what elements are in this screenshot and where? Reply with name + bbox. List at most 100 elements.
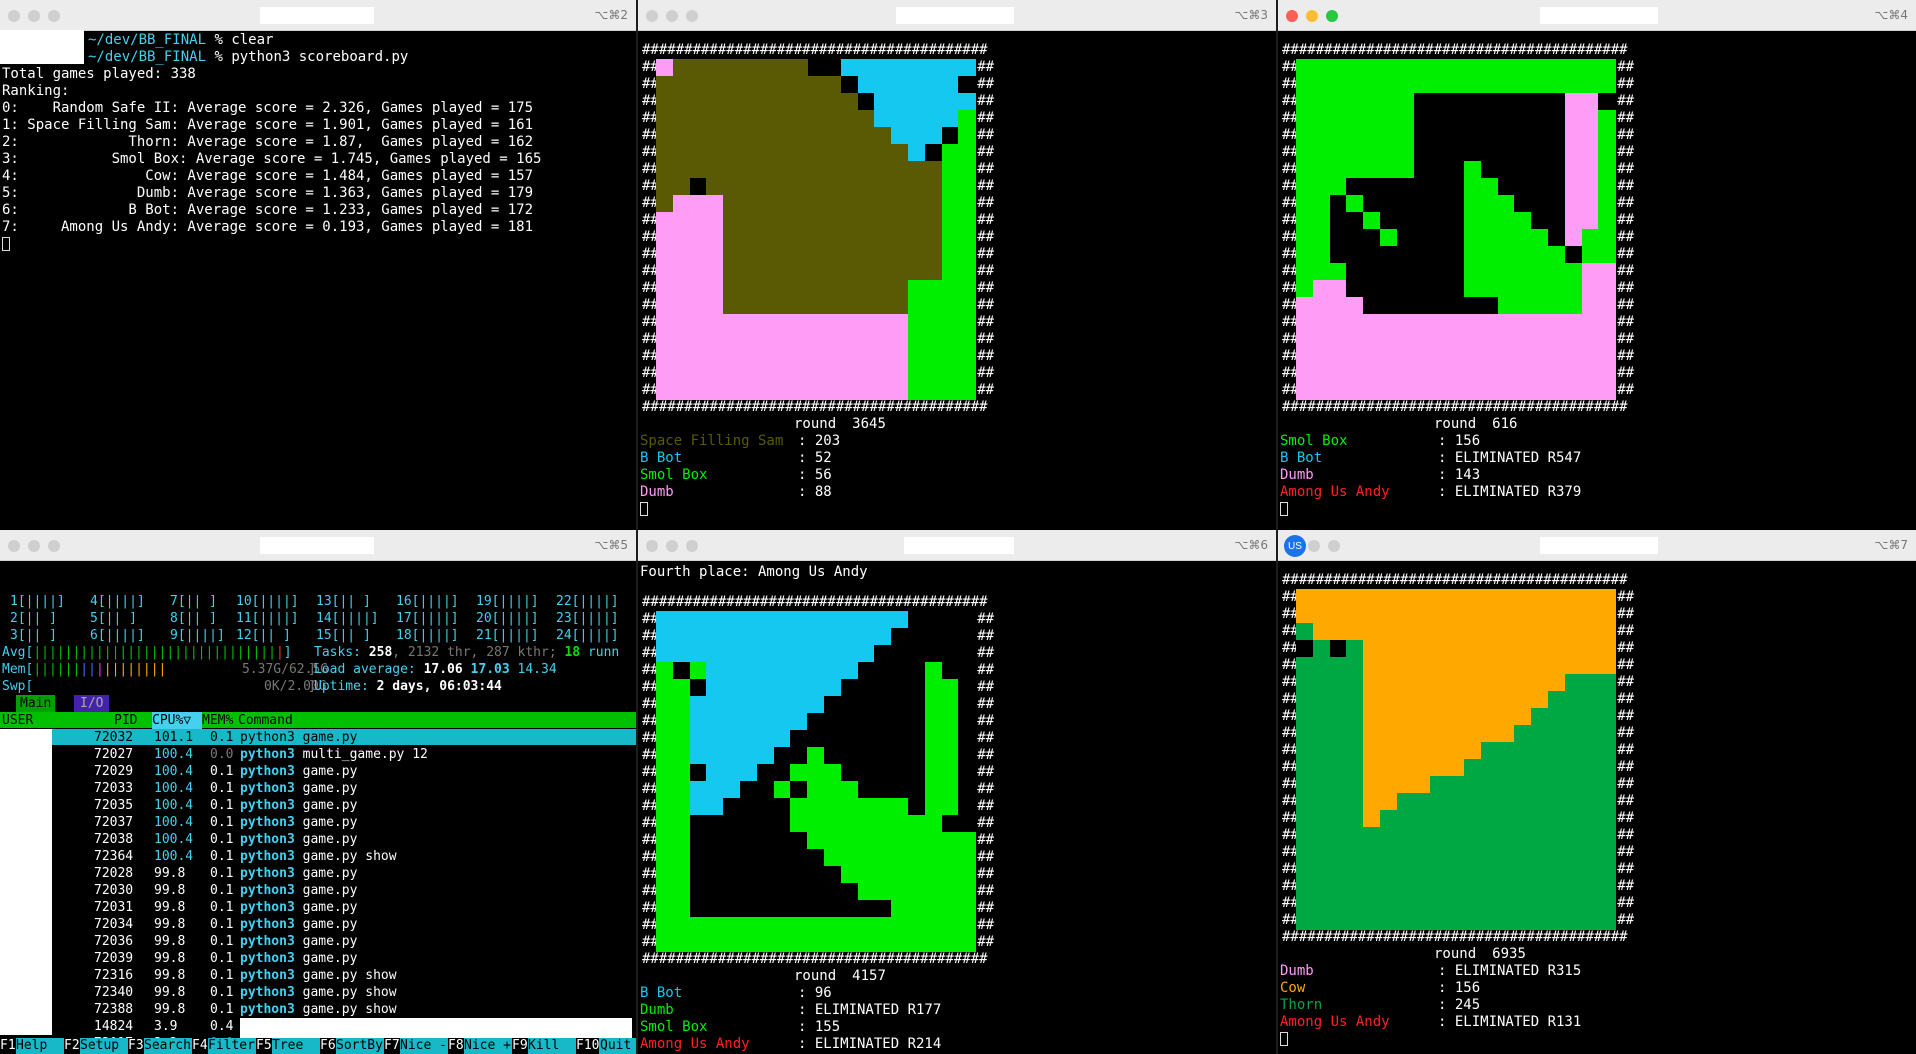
close-icon[interactable] [646, 540, 658, 552]
table-row[interactable]: 72030 99.8 0.1 python3 game.py [0, 882, 636, 898]
game-board-panel[interactable]: ########################################… [1278, 30, 1916, 532]
traffic-lights[interactable] [1308, 540, 1340, 552]
table-row[interactable]: 72039 99.8 0.1 python3 game.py [0, 950, 636, 966]
tab-io[interactable]: I/O [74, 695, 110, 712]
table-row[interactable]: 72029 100.4 0.1 python3 game.py [0, 763, 636, 779]
minimize-icon[interactable] [1328, 540, 1340, 552]
window-titlebar[interactable]: ⌥⌘3 [638, 0, 1276, 31]
terminal-window-game-4[interactable]: US ⌥⌘7 #################################… [1278, 530, 1916, 1054]
table-row[interactable]: 72033 100.4 0.1 python3 game.py [0, 780, 636, 796]
terminal-window-game-1[interactable]: ⌥⌘3 ####################################… [638, 0, 1276, 532]
terminal-window-game-2[interactable]: ⌥⌘4 ####################################… [1278, 0, 1916, 532]
traffic-lights[interactable] [646, 540, 698, 552]
board-cell [924, 815, 943, 833]
fkey-label[interactable]: Nice - [400, 1038, 447, 1054]
table-row[interactable]: 72034 99.8 0.1 python3 game.py [0, 916, 636, 932]
col-command[interactable]: Command [238, 712, 293, 729]
process-exe: python3 [240, 815, 295, 830]
fkey-label[interactable]: Kill [528, 1038, 575, 1054]
terminal-window-htop[interactable]: ⌥⌘5 1[||||] 4[||||] 7[|| ] 10[||||] 13[|| ] 1… [0, 530, 636, 1054]
fkey-key[interactable]: F8 [448, 1038, 464, 1054]
traffic-lights[interactable] [8, 10, 60, 22]
fkey-key[interactable]: F4 [192, 1038, 208, 1054]
table-row[interactable]: 72364 100.4 0.1 python3 game.py show [0, 848, 636, 864]
fkey-key[interactable]: F1 [0, 1038, 16, 1054]
board-cell [1564, 708, 1583, 726]
user-avatar-badge[interactable]: US [1284, 535, 1306, 557]
board-cell [941, 662, 959, 680]
fkey-label[interactable]: Nice + [464, 1038, 511, 1054]
zoom-icon[interactable] [686, 10, 698, 22]
fkey-key[interactable]: F7 [384, 1038, 400, 1054]
table-row[interactable]: 72316 99.8 0.1 python3 game.py show [0, 967, 636, 983]
process-table-header[interactable]: USER PID CPU%▽ MEM% Command [0, 712, 636, 729]
fkey-key[interactable]: F9 [512, 1038, 528, 1054]
htop-content[interactable]: 1[||||] 4[||||] 7[|| ] 10[||||] 13[|| ] 16[||… [0, 560, 636, 1054]
board-cell [1564, 589, 1583, 607]
table-row[interactable]: 72038 100.4 0.1 python3 game.py [0, 831, 636, 847]
window-titlebar[interactable]: ⌥⌘2 [0, 0, 636, 31]
fkey-label[interactable]: Search [144, 1038, 191, 1054]
fkey-key[interactable]: F2 [64, 1038, 80, 1054]
zoom-icon[interactable] [1326, 10, 1338, 22]
board-cell [1598, 606, 1616, 624]
game-board-panel[interactable]: ########################################… [638, 30, 1276, 532]
table-row[interactable]: 72037 100.4 0.1 python3 game.py [0, 814, 636, 830]
minimize-icon[interactable] [1306, 10, 1318, 22]
close-icon[interactable] [8, 540, 20, 552]
game-board-panel[interactable]: ########################################… [1278, 560, 1916, 1054]
table-row[interactable]: 72028 99.8 0.1 python3 game.py [0, 865, 636, 881]
window-titlebar[interactable]: ⌥⌘5 [0, 530, 636, 561]
fkey-key[interactable]: F5 [256, 1038, 272, 1054]
board-border-right: ## [977, 59, 995, 75]
table-row[interactable]: 72340 99.8 0.1 python3 game.py show [0, 984, 636, 1000]
window-titlebar[interactable]: ⌥⌘6 [638, 530, 1276, 561]
table-row[interactable]: 72032 101.1 0.1 python3 game.py [0, 729, 636, 745]
minimize-icon[interactable] [28, 10, 40, 22]
traffic-lights[interactable] [1286, 10, 1338, 22]
player-name: B Bot [1280, 450, 1323, 466]
board-border-right: ## [977, 832, 995, 848]
fkey-label[interactable]: Quit [600, 1038, 632, 1054]
fkey-label[interactable]: Help [16, 1038, 63, 1054]
terminal-content[interactable]: ~/dev/BB_FINAL % clear ~/dev/BB_FINAL % … [0, 30, 636, 532]
board-cell [1312, 742, 1331, 760]
minimize-icon[interactable] [666, 10, 678, 22]
close-icon[interactable] [1308, 540, 1320, 552]
col-cpu[interactable]: CPU%▽ [152, 712, 202, 729]
col-mem[interactable]: MEM% [202, 712, 233, 729]
fkey-key[interactable]: F3 [128, 1038, 144, 1054]
fkey-label[interactable]: Tree [272, 1038, 319, 1054]
zoom-icon[interactable] [48, 540, 60, 552]
col-user[interactable]: USER [2, 712, 33, 729]
close-icon[interactable] [1286, 10, 1298, 22]
close-icon[interactable] [646, 10, 658, 22]
fkey-key[interactable]: F6 [320, 1038, 336, 1054]
fkey-key[interactable]: F10 [576, 1038, 600, 1054]
tab-main[interactable]: Main [16, 695, 56, 712]
minimize-icon[interactable] [28, 540, 40, 552]
table-row[interactable]: 72031 99.8 0.1 python3 game.py [0, 899, 636, 915]
close-icon[interactable] [8, 10, 20, 22]
terminal-window-scoreboard[interactable]: ⌥⌘2 ~/dev/BB_FINAL % clear ~/dev/BB_FINA… [0, 0, 636, 532]
function-key-bar[interactable]: F1 Help F2 Setup F3 Search F4 Filter F5 Tree F6… [0, 1038, 636, 1054]
minimize-icon[interactable] [666, 540, 678, 552]
window-titlebar[interactable]: ⌥⌘4 [1278, 0, 1916, 31]
table-row[interactable]: 72027 100.4 0.0 python3 multi_game.py 12 [0, 746, 636, 762]
zoom-icon[interactable] [48, 10, 60, 22]
terminal-window-game-3[interactable]: ⌥⌘6 Fourth place: Among Us Andy #########… [638, 530, 1276, 1054]
board-cell [908, 127, 926, 145]
col-pid[interactable]: PID [114, 712, 137, 729]
game-board-panel[interactable]: Fourth place: Among Us Andy #############… [638, 560, 1276, 1054]
fkey-label[interactable]: Setup [80, 1038, 127, 1054]
table-row[interactable]: 72036 99.8 0.1 python3 game.py [0, 933, 636, 949]
fkey-label[interactable]: SortBy [336, 1038, 383, 1054]
zoom-icon[interactable] [686, 540, 698, 552]
table-row[interactable]: 72388 99.8 0.1 python3 game.py show [0, 1001, 636, 1017]
board-cell [1480, 878, 1499, 896]
traffic-lights[interactable] [8, 540, 60, 552]
traffic-lights[interactable] [646, 10, 698, 22]
table-row[interactable]: 72035 100.4 0.1 python3 game.py [0, 797, 636, 813]
window-titlebar[interactable]: US ⌥⌘7 [1278, 530, 1916, 561]
fkey-label[interactable]: Filter [208, 1038, 255, 1054]
